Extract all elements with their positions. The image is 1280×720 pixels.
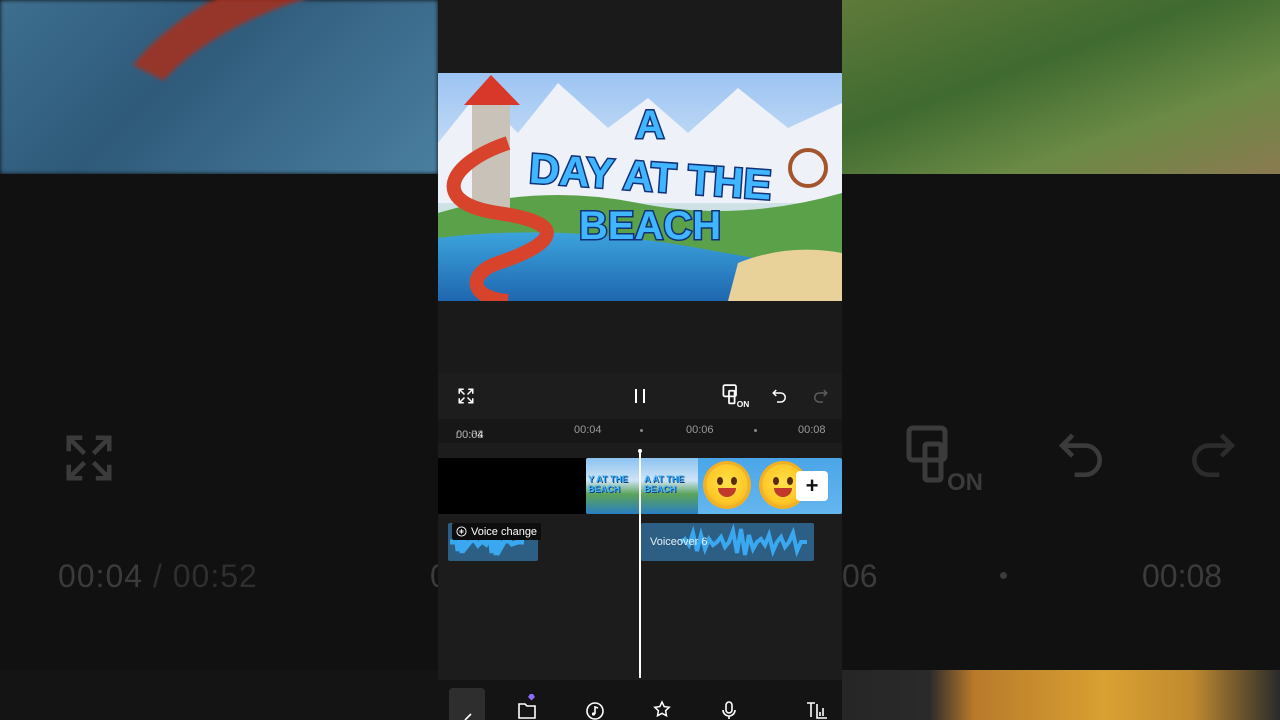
add-clip-button[interactable]: + bbox=[796, 471, 828, 501]
bottom-toolbar bbox=[438, 680, 842, 720]
background-bottom-right bbox=[842, 670, 1280, 720]
text-icon bbox=[807, 702, 827, 719]
mic-icon bbox=[722, 701, 736, 719]
toolbar-effects-button[interactable] bbox=[644, 688, 680, 720]
voice-changer-label: Voice change bbox=[471, 525, 538, 538]
voice-changer-icon bbox=[456, 526, 467, 537]
video-frame: A AT THE BEACH bbox=[642, 458, 698, 514]
preview-padding-top bbox=[438, 0, 842, 73]
pause-icon bbox=[635, 389, 645, 403]
voiceover-audio-clip[interactable]: Voiceover 6 bbox=[641, 523, 814, 561]
svg-text:ON: ON bbox=[737, 399, 750, 409]
pause-button[interactable] bbox=[628, 373, 652, 419]
svg-text:A: A bbox=[636, 103, 665, 147]
voice-changer-tag: Voice change bbox=[452, 523, 542, 540]
background-bottom-left bbox=[0, 670, 438, 720]
preview-quality-toggle[interactable]: ON bbox=[721, 373, 751, 419]
ghost-fullscreen-icon bbox=[66, 435, 112, 481]
ghost-tick-dot bbox=[1000, 572, 1007, 579]
fullscreen-icon bbox=[458, 388, 474, 404]
ruler-label: 00:08 bbox=[798, 424, 826, 436]
ghost-undo-icon bbox=[1058, 433, 1102, 478]
undo-button[interactable] bbox=[769, 373, 791, 419]
ghost-ruler-label: 06 bbox=[842, 558, 878, 594]
redo-icon bbox=[814, 389, 828, 403]
playhead[interactable] bbox=[639, 449, 641, 678]
redo-button[interactable] bbox=[809, 373, 831, 419]
music-icon bbox=[586, 702, 604, 720]
playhead-marker[interactable] bbox=[638, 449, 642, 453]
svg-text:BEACH: BEACH bbox=[579, 204, 721, 248]
fullscreen-button[interactable] bbox=[454, 373, 478, 419]
video-frame bbox=[698, 458, 754, 514]
background-image-left bbox=[0, 0, 577, 257]
video-preview[interactable]: A DAY AT THE BEACH bbox=[438, 73, 842, 301]
toolbar-audio-button[interactable] bbox=[577, 688, 613, 720]
toolbar-media-button[interactable] bbox=[509, 688, 545, 720]
video-editor-app: A DAY AT THE BEACH ON 00:04 / 00:52 00:0… bbox=[438, 0, 842, 720]
playback-controls: ON bbox=[438, 373, 842, 419]
preview-padding-bottom bbox=[438, 301, 842, 373]
preview-on-icon: ON bbox=[722, 384, 750, 409]
voiceover-label: Voiceover 6 bbox=[650, 536, 708, 548]
background-image-right bbox=[842, 0, 1280, 174]
toolbar-record-button[interactable] bbox=[711, 688, 747, 720]
video-frame: Y AT THE BEACH bbox=[586, 458, 642, 514]
ruler-label: 00:06 bbox=[686, 424, 714, 436]
ghost-redo-icon bbox=[1192, 433, 1236, 478]
folder-icon bbox=[518, 694, 536, 719]
timeline-ruler[interactable]: 00:04 / 00:52 00:04 00:06 00:08 bbox=[438, 419, 842, 443]
undo-icon bbox=[772, 389, 786, 403]
ghost-preview-icon: ON bbox=[906, 425, 983, 494]
ghost-timecode: 00:04 / 00:52 bbox=[58, 558, 258, 594]
ruler-tick bbox=[754, 429, 757, 432]
timeline-empty-space bbox=[438, 458, 586, 514]
svg-text:ON: ON bbox=[947, 469, 983, 494]
star-icon bbox=[653, 700, 671, 718]
ghost-ruler-label-right: 00:08 bbox=[1142, 558, 1223, 594]
toolbar-text-button[interactable] bbox=[799, 688, 835, 720]
ruler-tick bbox=[640, 429, 643, 432]
back-icon bbox=[464, 713, 472, 720]
toolbar-edit-button[interactable] bbox=[449, 688, 485, 720]
ruler-label: 00:04 bbox=[574, 424, 602, 436]
premium-gem-icon bbox=[528, 694, 535, 701]
